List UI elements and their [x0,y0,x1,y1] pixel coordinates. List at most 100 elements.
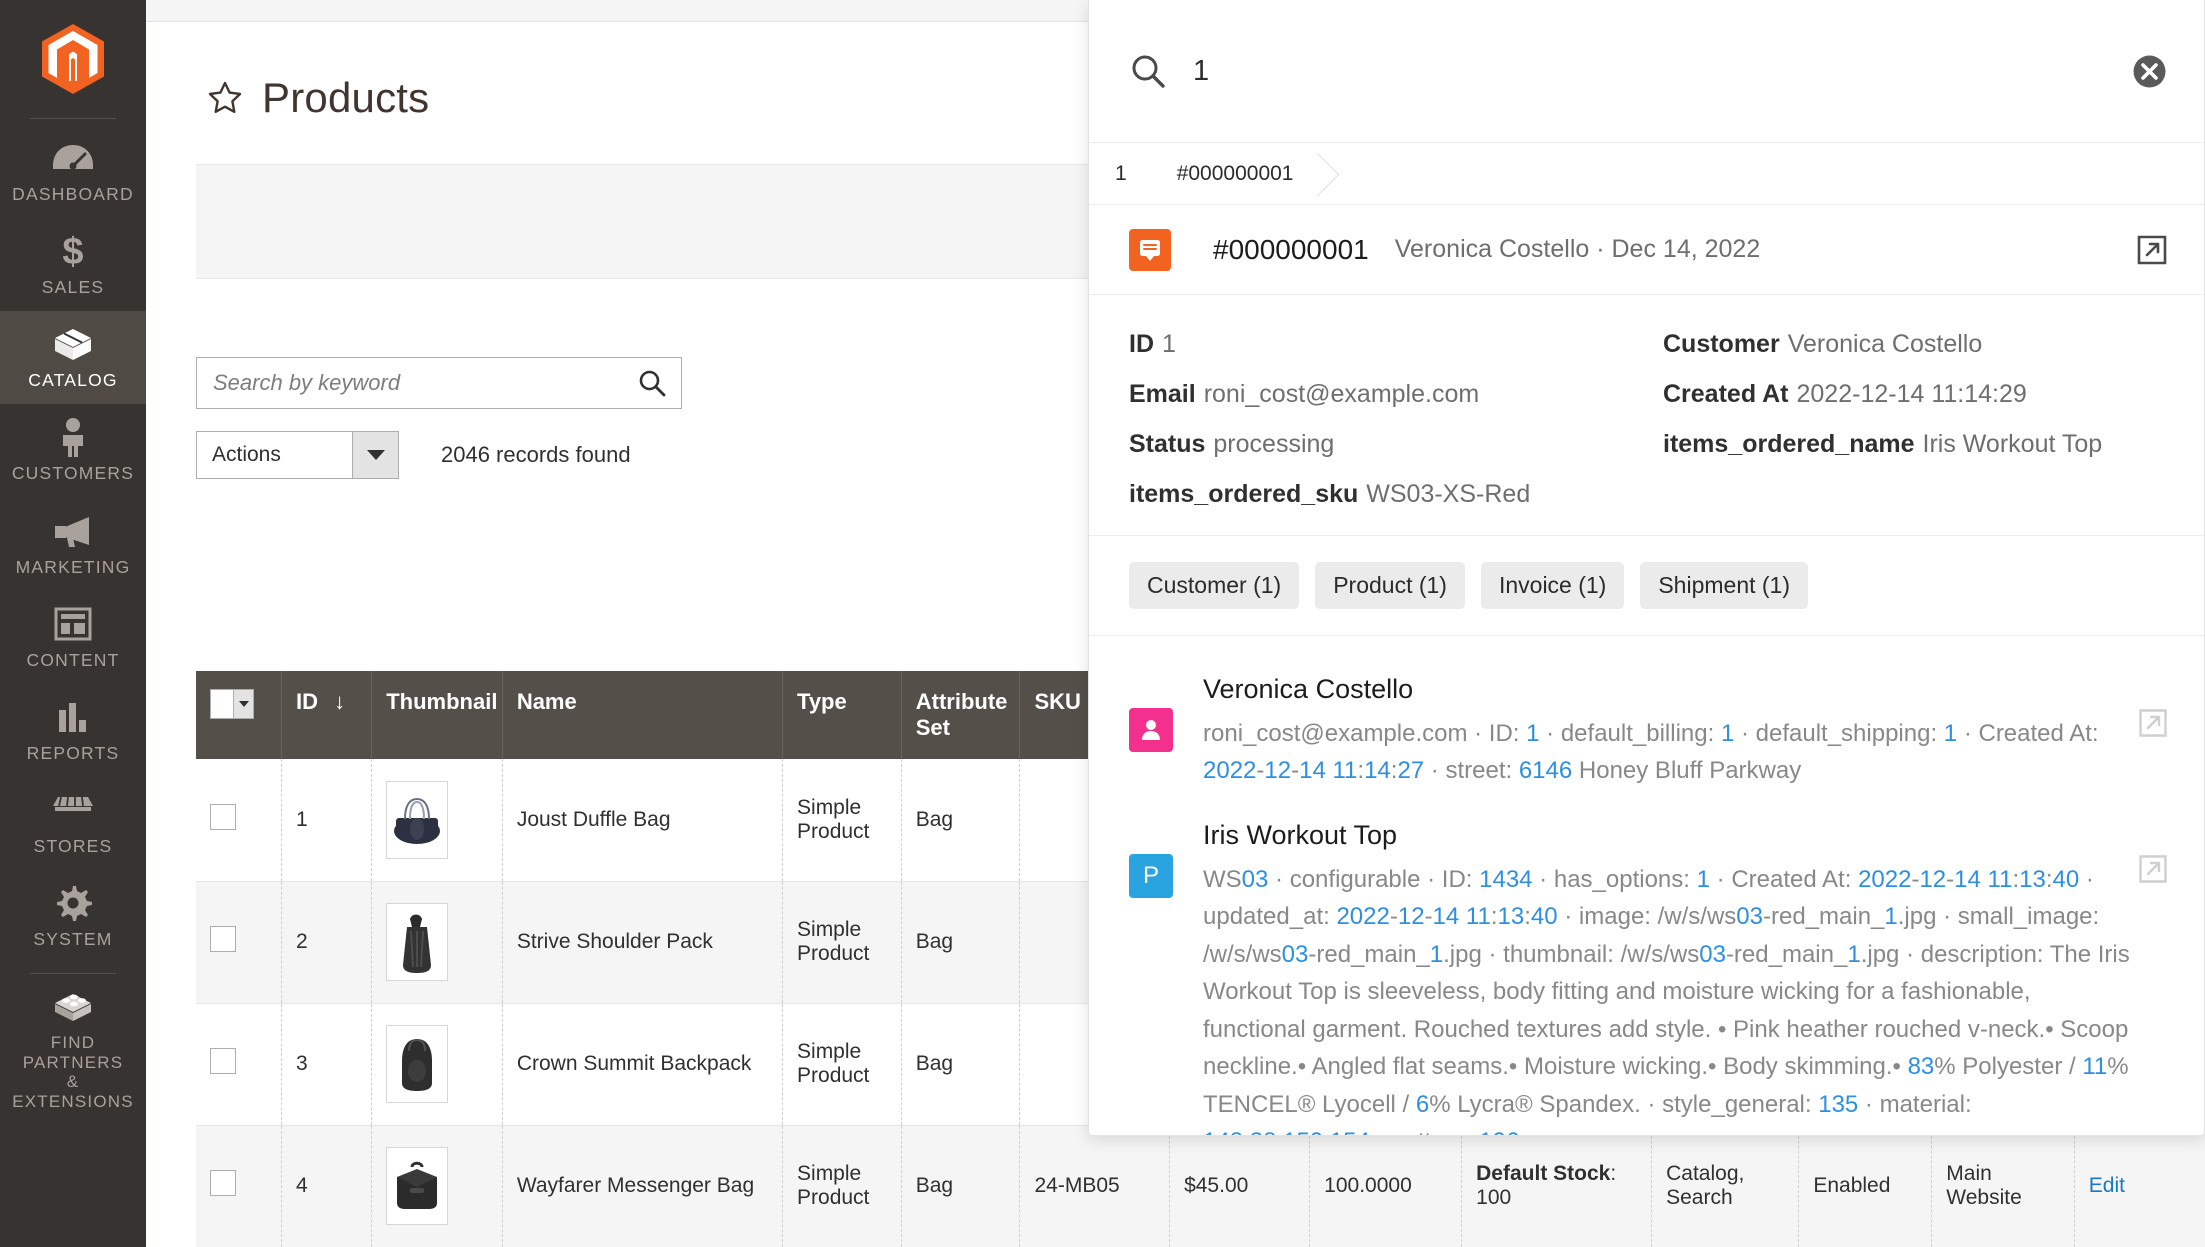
megaphone-icon [51,512,95,550]
breadcrumb-item-query[interactable]: 1 [1089,143,1151,204]
overlay-result-header[interactable]: #000000001 Veronica Costello · Dec 14, 2… [1089,205,2204,295]
layout-icon [54,605,92,643]
grid-header-type[interactable]: Type [782,671,902,759]
svg-text:$: $ [62,231,83,271]
field-spacer [1663,479,2164,509]
sidebar-item-system[interactable]: SYSTEM [0,870,146,963]
grid-header-select-all[interactable] [196,671,282,759]
shoulder-pack-thumb [386,903,449,981]
sidebar-item-marketing[interactable]: MARKETING [0,498,146,591]
bar-chart-icon [56,698,90,736]
field-value: 1 [1162,330,1176,358]
row-type: Simple Product [782,759,902,882]
field-label: Created At [1663,380,1789,408]
select-all-checkbox[interactable] [210,689,254,719]
sidebar-item-label: SYSTEM [33,929,113,949]
row-checkbox-cell[interactable] [196,759,282,882]
close-icon[interactable] [2131,53,2168,90]
field-label: Status [1129,430,1206,458]
grid-header-attribute-set[interactable]: Attribute Set [901,671,1021,759]
row-quantity: 100.0000 [1309,1125,1463,1247]
table-row[interactable]: 4 Wayfarer Messenger Bag Simple Product … [196,1125,2205,1247]
chevron-down-icon[interactable] [352,432,398,478]
sidebar-divider-top [30,118,116,119]
row-status: Enabled [1798,1125,1933,1247]
overlay-search-query[interactable]: 1 [1193,55,2131,88]
list-item[interactable]: Veronica Costello roni_cost@example.com … [1089,662,2204,808]
backpack-thumb [386,1025,449,1103]
row-websites: Main Website [1931,1125,2075,1247]
row-name: Wayfarer Messenger Bag [502,1125,784,1247]
global-search-overlay: 1 1 #000000001 #000000001 Veronica Coste… [1088,0,2205,1136]
field-label: Email [1129,380,1196,408]
dashboard-icon [51,139,95,177]
actions-dropdown[interactable]: Actions [196,431,399,479]
sidebar-item-find-partners-extensions[interactable]: FIND PARTNERS & EXTENSIONS [0,974,146,1125]
row-thumbnail-cell [371,1125,503,1247]
list-item[interactable]: P Iris Workout Top WS03 · configurable ·… [1089,808,2204,1135]
row-checkbox[interactable] [210,803,236,830]
row-name: Joust Duffle Bag [502,759,784,882]
field-created-at: Created At 2022-12-14 11:14:29 [1663,379,2164,409]
grid-header-name[interactable]: Name [502,671,784,759]
external-link-icon[interactable] [2136,234,2168,266]
sidebar-item-label: CATALOG [28,370,118,391]
magento-logo[interactable] [0,0,146,118]
external-link-icon[interactable] [2138,854,2168,884]
tab-shipment[interactable]: Shipment (1) [1640,562,1809,609]
overlay-related-tabs: Customer (1) Product (1) Invoice (1) Shi… [1089,536,2204,636]
row-attribute-set: Bag [901,759,1021,882]
sidebar-item-customers[interactable]: CUSTOMERS [0,404,146,497]
tab-customer[interactable]: Customer (1) [1129,562,1300,609]
row-id: 1 [281,759,373,882]
breadcrumb-item-order[interactable]: #000000001 [1150,143,1318,204]
row-checkbox[interactable] [210,926,236,952]
sub-result-body: Veronica Costello roni_cost@example.com … [1203,674,2138,790]
sub-result-body: Iris Workout Top WS03 · configurable · I… [1203,820,2138,1135]
row-thumbnail-cell [371,759,503,882]
field-value: processing [1213,430,1335,458]
duffle-bag-thumb [386,780,449,859]
field-value: Veronica Costello [1787,330,1983,358]
row-action[interactable]: Edit [2074,1125,2205,1247]
row-checkbox[interactable] [210,1170,236,1196]
tab-product[interactable]: Product (1) [1315,562,1465,609]
tab-invoice[interactable]: Invoice (1) [1480,562,1625,609]
sidebar-item-reports[interactable]: REPORTS [0,684,146,777]
row-checkbox-cell[interactable] [196,1003,282,1126]
search-input[interactable]: Search by keyword [196,357,682,409]
sidebar-item-content[interactable]: CONTENT [0,591,146,684]
row-checkbox-cell[interactable] [196,1125,282,1247]
sidebar-item-catalog[interactable]: CATALOG [0,311,146,405]
sidebar-item-dashboard[interactable]: DASHBOARD [0,125,146,218]
grid-header-id[interactable]: ID ↓ [281,671,373,759]
search-icon[interactable] [637,368,667,398]
sidebar-item-label: CUSTOMERS [11,463,135,484]
row-checkbox[interactable] [210,1048,236,1074]
sidebar-item-sales[interactable]: $ SALES [0,218,146,311]
field-value: roni_cost@example.com [1203,380,1480,408]
row-checkbox-cell[interactable] [196,881,282,1004]
field-value: WS03-XS-Red [1366,480,1531,508]
page-title: Products [262,74,430,121]
sidebar-item-label: DASHBOARD [12,184,134,204]
field-status: Status processing [1129,429,1663,459]
breadcrumb: 1 #000000001 [1089,143,2204,205]
row-type: Simple Product [782,881,902,1004]
sort-desc-icon: ↓ [334,689,346,714]
storefront-icon [51,791,95,829]
field-label: ID [1129,330,1154,358]
grid-header-thumbnail[interactable]: Thumbnail [371,671,503,759]
row-type: Simple Product [782,1125,902,1247]
edit-link[interactable]: Edit [2089,1174,2125,1197]
row-thumbnail-cell [371,1003,503,1126]
field-items-ordered-name: items_ordered_name Iris Workout Top [1663,429,2164,459]
row-name: Strive Shoulder Pack [502,881,784,1004]
external-link-icon[interactable] [2138,708,2168,738]
magento-logo-icon [42,24,104,94]
star-outline-icon[interactable] [208,81,242,115]
product-badge: P [1129,853,1173,898]
gear-icon [54,884,92,922]
overlay-search-bar[interactable]: 1 [1089,0,2204,143]
sidebar-item-stores[interactable]: STORES [0,777,146,870]
